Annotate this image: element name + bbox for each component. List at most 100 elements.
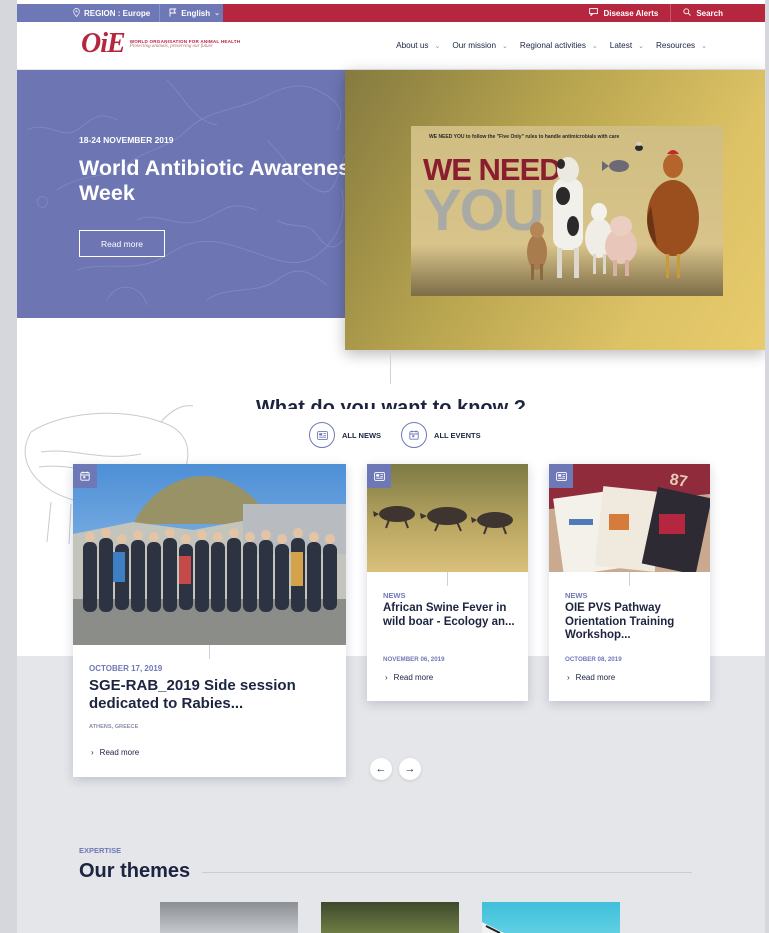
page: REGION : Europe English ⌄ Disease Alerts <box>17 0 765 933</box>
campaign-poster[interactable]: WE NEED YOU to follow the "Five Only" ru… <box>345 70 765 350</box>
group-photo <box>73 464 346 645</box>
disease-alerts-label: Disease Alerts <box>603 8 659 18</box>
filter-all-news[interactable]: ALL NEWS <box>309 422 381 448</box>
card-category: NEWS <box>565 591 588 600</box>
utility-left: REGION : Europe English ⌄ <box>17 4 223 22</box>
carousel-prev-button[interactable]: ← <box>370 758 392 780</box>
nav-item-our-mission[interactable]: Our mission ⌄ <box>452 41 508 50</box>
theme-card[interactable] <box>160 902 298 933</box>
language-label: English <box>181 8 211 18</box>
card-date: NOVEMBER 06, 2019 <box>383 656 445 663</box>
logo-tagline: Protecting animals, preserving our futur… <box>129 44 213 49</box>
card-divider <box>447 572 448 586</box>
cow-figure <box>553 157 583 278</box>
theme-card[interactable] <box>482 902 620 933</box>
event-card[interactable]: OCTOBER 17, 2019 SGE-RAB_2019 Side sessi… <box>73 464 346 777</box>
calendar-icon <box>73 464 97 488</box>
search-link[interactable]: Search <box>671 8 735 18</box>
chevron-down-icon: ⌄ <box>434 42 441 50</box>
card-divider <box>629 572 630 586</box>
nav-item-resources[interactable]: Resources ⌄ <box>656 41 707 50</box>
card-read-more-link[interactable]: › Read more <box>385 673 433 682</box>
card-title: African Swine Fever in wild boar - Ecolo… <box>383 602 515 628</box>
carousel-next-button[interactable]: → <box>399 758 421 780</box>
hero-read-more-button[interactable]: Read more <box>79 230 165 257</box>
hero-date: 18-24 NOVEMBER 2019 <box>79 135 174 145</box>
card-title: OIE PVS Pathway Orientation Training Wor… <box>565 602 675 642</box>
chevron-down-icon: ⌄ <box>214 10 220 17</box>
search-label: Search <box>696 8 723 18</box>
map-pin-icon <box>73 7 80 19</box>
carousel-controls: ← → <box>370 758 421 780</box>
card-read-more-link[interactable]: › Read more <box>567 673 615 682</box>
disease-alerts-link[interactable]: Disease Alerts <box>577 8 670 18</box>
calendar-icon <box>401 422 428 448</box>
nav-label: Latest <box>609 41 633 50</box>
nav-item-latest[interactable]: Latest ⌄ <box>610 41 644 50</box>
pig-figure <box>605 216 637 276</box>
theme-image-detail <box>482 922 504 933</box>
logo-mark: OiE <box>81 28 126 59</box>
card-title: SGE-RAB_2019 Side session dedicated to R… <box>89 677 296 712</box>
themes-title: Our themes <box>79 860 191 882</box>
card-read-more-link[interactable]: › Read more <box>91 748 139 757</box>
site-header: OiE WORLD ORGANISATION FOR ANIMAL HEALTH… <box>17 22 765 70</box>
card-category: NEWS <box>383 591 406 600</box>
dog-figure <box>527 222 547 280</box>
theme-card[interactable] <box>321 902 459 933</box>
farm-animals-illustration <box>527 142 699 280</box>
card-date: OCTOBER 08, 2019 <box>565 656 622 663</box>
svg-text:87: 87 <box>668 471 689 491</box>
language-selector[interactable]: English ⌄ <box>169 8 220 19</box>
chevron-down-icon: ⌄ <box>502 42 508 50</box>
chevron-down-icon: ⌄ <box>591 42 598 50</box>
region-selector[interactable]: REGION : Europe <box>73 7 151 19</box>
divider <box>159 4 161 22</box>
nav-item-regional-activities[interactable]: Regional activities ⌄ <box>520 41 598 50</box>
read-more-label: Read more <box>575 673 616 682</box>
chevron-down-icon: ⌄ <box>638 42 644 50</box>
newspaper-icon <box>309 422 335 448</box>
poster-image: WE NEED YOU to follow the "Five Only" ru… <box>411 126 723 296</box>
site-logo[interactable]: OiE WORLD ORGANISATION FOR ANIMAL HEALTH… <box>81 30 240 58</box>
fish-figure <box>602 160 629 172</box>
newspaper-icon <box>549 464 573 488</box>
section-heading: What do you want to know ? <box>256 397 526 409</box>
nav-item-about-us[interactable]: About us ⌄ <box>396 41 440 50</box>
section-divider-line <box>390 350 391 384</box>
arrow-left-icon: ← <box>375 763 387 775</box>
filter-label: ALL EVENTS <box>434 430 481 440</box>
news-card[interactable]: NEWS African Swine Fever in wild boar - … <box>367 464 528 701</box>
chevron-down-icon: ⌄ <box>701 42 707 50</box>
nav-label: Resources <box>655 41 696 50</box>
chicken-figure <box>647 150 699 278</box>
read-more-label: Read more <box>99 748 140 757</box>
main-nav: About us ⌄ Our mission ⌄ Regional activi… <box>396 41 707 50</box>
themes-eyebrow: EXPERTISE <box>79 846 122 855</box>
filter-label: ALL NEWS <box>342 430 382 440</box>
card-divider <box>209 645 210 659</box>
read-more-label: Read more <box>393 673 434 682</box>
utility-right: Disease Alerts Search <box>577 4 735 22</box>
nav-label: Regional activities <box>519 41 586 50</box>
search-icon <box>683 8 692 18</box>
logo-text: WORLD ORGANISATION FOR ANIMAL HEALTH Pro… <box>130 39 241 49</box>
bee-figure <box>635 142 643 151</box>
region-label: REGION : Europe <box>84 8 151 18</box>
newspaper-icon <box>367 464 391 488</box>
wild-boar-photo <box>367 464 528 572</box>
workshop-brochures-photo: 87 <box>549 464 710 572</box>
nav-label: About us <box>396 41 429 50</box>
nav-label: Our mission <box>452 41 497 50</box>
arrow-right-icon: → <box>404 763 416 775</box>
chevron-right-icon: › <box>567 673 570 682</box>
card-location: ATHENS, GREECE <box>89 724 139 730</box>
news-card[interactable]: 87 NEWS OIE PVS Pathway Orientation Trai… <box>549 464 710 701</box>
themes-divider <box>202 872 692 873</box>
card-date: OCTOBER 17, 2019 <box>89 664 163 673</box>
utility-bar: REGION : Europe English ⌄ Disease Alerts <box>17 4 765 22</box>
content-filters: ALL NEWS ALL EVENTS <box>309 422 481 448</box>
message-icon <box>589 8 599 18</box>
flag-icon <box>169 8 177 19</box>
filter-all-events[interactable]: ALL EVENTS <box>401 422 481 448</box>
